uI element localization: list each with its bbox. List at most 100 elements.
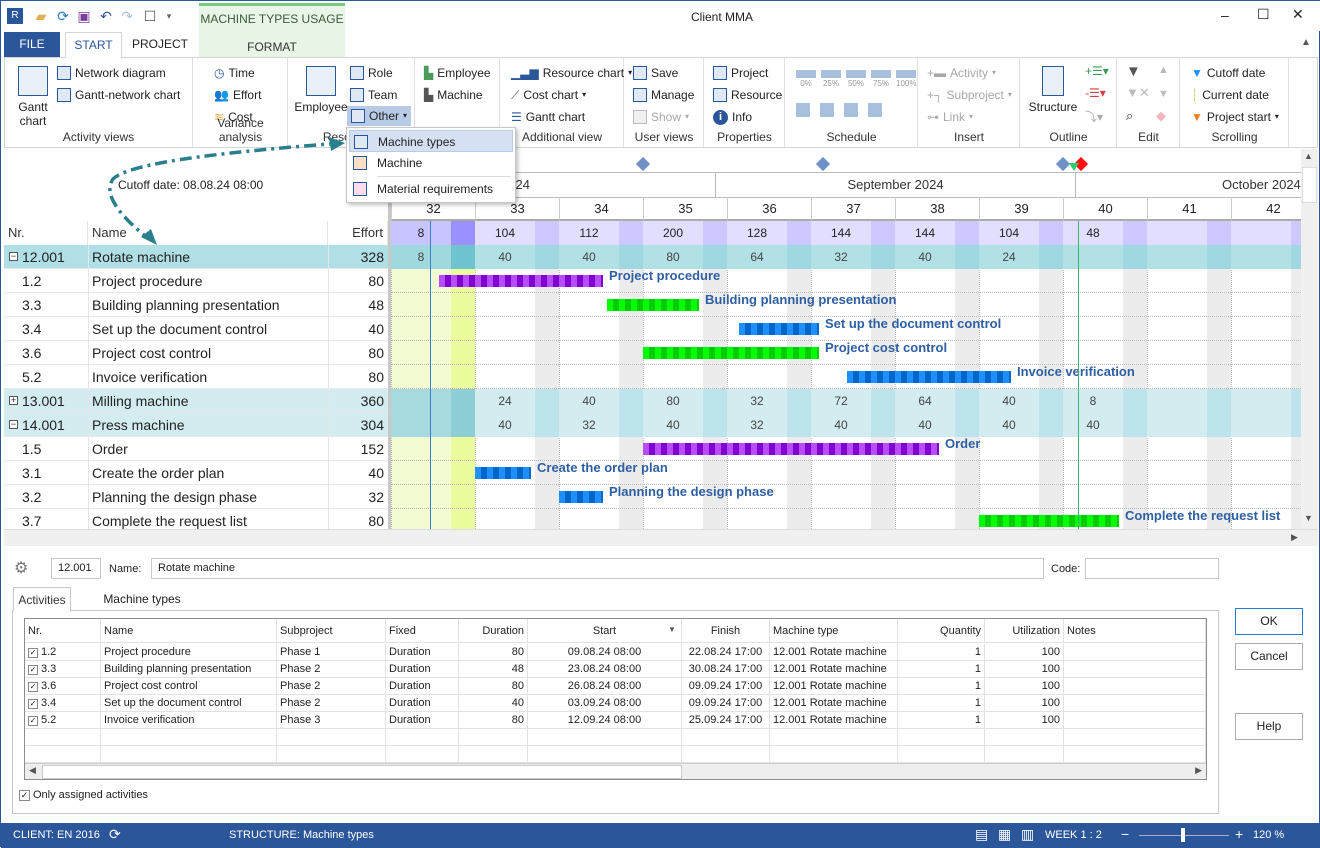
table-cell[interactable] [1064, 695, 1206, 712]
table-cell[interactable]: 09.09.24 17:00 [682, 695, 770, 712]
week-header[interactable]: 35 [643, 197, 727, 221]
table-cell[interactable]: 1 [898, 712, 985, 729]
table-cell[interactable]: ✓ 5.2 [25, 712, 101, 729]
name-field[interactable]: Rotate machine [151, 558, 1044, 579]
table-cell[interactable]: 23.08.24 08:00 [528, 661, 682, 678]
table-cell[interactable]: 03.09.24 08:00 [528, 695, 682, 712]
table-cell[interactable]: Duration [386, 712, 459, 729]
effort-button[interactable]: 👥 Effort [214, 85, 261, 105]
schedule-options-icon[interactable] [868, 103, 882, 117]
table-cell[interactable]: Duration [386, 644, 459, 661]
menu-item-machine[interactable]: Machine [349, 152, 513, 174]
gantt-view-icon[interactable]: ▤ [975, 826, 988, 843]
table-cell[interactable]: 12.001 Rotate machine [770, 712, 898, 729]
id-field[interactable]: 12.001 [51, 558, 101, 579]
table-cell[interactable]: 100 [985, 644, 1064, 661]
column-header-finish[interactable]: Finish [682, 619, 770, 643]
group-row[interactable]: +13.001 Milling machine 360 [4, 389, 389, 413]
table-scrollbar-thumb[interactable] [42, 765, 682, 779]
team-button[interactable]: Team [350, 85, 397, 105]
column-header-nr[interactable]: Nr. [25, 619, 101, 643]
structure-button[interactable]: Structure [1025, 66, 1081, 114]
resource-chart-button[interactable]: ▁▃▆ Resource chart ▾ [511, 63, 632, 83]
table-cell[interactable]: 1 [898, 644, 985, 661]
table-cell[interactable]: ✓ 1.2 [25, 644, 101, 661]
redo-icon[interactable]: ↷ [119, 8, 135, 24]
table-cell[interactable]: Phase 3 [277, 712, 386, 729]
tab-file[interactable]: FILE [4, 32, 60, 57]
group-row[interactable]: −12.001 Rotate machine 328 [4, 245, 389, 269]
gantt-bar[interactable] [739, 323, 819, 335]
milestone-diamond[interactable] [1055, 156, 1071, 172]
gear-icon[interactable]: ⚙ [14, 558, 28, 578]
cancel-button[interactable]: Cancel [1235, 643, 1303, 670]
refresh-icon[interactable]: ⟳ [55, 8, 71, 24]
help-button[interactable]: Help [1235, 713, 1303, 740]
week-header[interactable]: 41 [1147, 197, 1231, 221]
milestone-diamond[interactable] [815, 156, 831, 172]
gantt-bar[interactable] [847, 371, 1011, 383]
task-row[interactable]: 3.4 Set up the document control 40 [4, 317, 389, 341]
table-cell[interactable]: ✓ 3.3 [25, 661, 101, 678]
ok-button[interactable]: OK [1235, 608, 1303, 635]
checkbox-checked-icon[interactable]: ✓ [28, 665, 38, 675]
table-cell[interactable] [1064, 644, 1206, 661]
scroll-right-icon[interactable]: ▶ [1291, 532, 1298, 543]
group-row[interactable]: −14.001 Press machine 304 [4, 413, 389, 437]
table-cell[interactable]: 1 [898, 678, 985, 695]
table-cell[interactable]: 12.001 Rotate machine [770, 661, 898, 678]
tab-project[interactable]: PROJECT [127, 32, 193, 57]
info-button[interactable]: i Info [713, 107, 752, 127]
schedule-join-icon[interactable] [844, 103, 858, 117]
zoom-level[interactable]: 120 % [1253, 829, 1284, 841]
table-cell[interactable]: 22.08.24 17:00 [682, 644, 770, 661]
vertical-scrollbar[interactable]: ▲ ▼ [1301, 149, 1318, 529]
table-cell[interactable]: 80 [459, 644, 528, 661]
table-cell[interactable]: Project cost control [101, 678, 277, 695]
week-header[interactable]: 42 [1231, 197, 1301, 221]
other-dropdown-button[interactable]: Other ▾ [347, 106, 412, 126]
table-cell[interactable]: Phase 2 [277, 695, 386, 712]
resource-properties-button[interactable]: Resource [713, 85, 782, 105]
task-row[interactable]: 3.3 Building planning presentation 48 [4, 293, 389, 317]
table-cell[interactable]: 100 [985, 661, 1064, 678]
column-header-duration[interactable]: Duration [459, 619, 528, 643]
tab-start[interactable]: START [65, 32, 122, 58]
table-cell[interactable]: 09.09.24 17:00 [682, 678, 770, 695]
column-header-subproject[interactable]: Subproject [277, 619, 386, 643]
collapse-icon[interactable]: − [9, 420, 18, 429]
indent-icon[interactable]: +☰▾ [1085, 64, 1109, 78]
task-row[interactable]: 3.2 Planning the design phase 32 [4, 485, 389, 509]
table-cell[interactable]: ✓ 3.4 [25, 695, 101, 712]
table-cell[interactable]: 40 [459, 695, 528, 712]
column-header-name[interactable]: Name [88, 221, 328, 245]
timescale-status[interactable]: WEEK 1 : 2 [1045, 829, 1102, 841]
table-cell[interactable]: 26.08.24 08:00 [528, 678, 682, 695]
column-header-machine-type[interactable]: Machine type [770, 619, 898, 643]
week-header[interactable]: 37 [811, 197, 895, 221]
week-header[interactable]: 34 [559, 197, 643, 221]
table-cell[interactable] [1064, 661, 1206, 678]
table-cell[interactable]: 80 [459, 678, 528, 695]
clear-filter-icon[interactable]: ▼✕ [1126, 85, 1150, 101]
schedule-split-icon[interactable] [820, 103, 834, 117]
minimize-icon[interactable]: – [1221, 7, 1229, 23]
gantt-network-chart-button[interactable]: Gantt-network chart [57, 85, 180, 105]
task-row[interactable]: 1.2 Project procedure 80 [4, 269, 389, 293]
schedule-percent-1[interactable]: 25% [821, 70, 841, 88]
table-cell[interactable]: 30.08.24 17:00 [682, 661, 770, 678]
column-header-quantity[interactable]: Quantity [898, 619, 985, 643]
collapse-ribbon-icon[interactable]: ▲ [1301, 37, 1311, 48]
gantt-bar[interactable] [607, 299, 699, 311]
save-view-button[interactable]: Save [633, 63, 678, 83]
employee-load-button[interactable]: ▙ Employee [424, 63, 491, 83]
table-cell[interactable]: Building planning presentation [101, 661, 277, 678]
schedule-percent-3[interactable]: 75% [871, 70, 891, 88]
network-diagram-button[interactable]: Network diagram [57, 63, 166, 83]
table-cell[interactable]: 100 [985, 695, 1064, 712]
table-cell[interactable]: 100 [985, 712, 1064, 729]
role-button[interactable]: Role [350, 63, 393, 83]
scroll-current-date-button[interactable]: ┆ Current date [1191, 85, 1269, 105]
checkbox-checked-icon[interactable]: ✓ [28, 648, 38, 658]
task-row[interactable]: 3.1 Create the order plan 40 [4, 461, 389, 485]
